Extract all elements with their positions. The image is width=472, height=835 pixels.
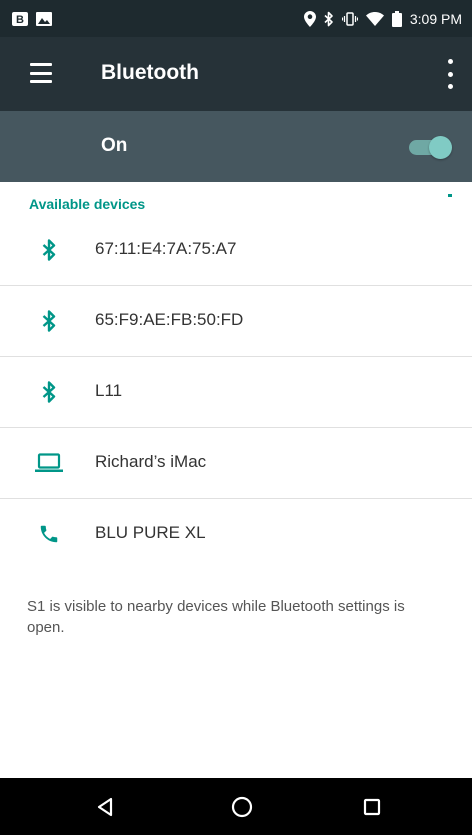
- recents-icon[interactable]: [357, 792, 387, 822]
- navigation-bar: [0, 778, 472, 835]
- status-right-icons: 3:09 PM: [303, 10, 462, 27]
- device-label: L11: [95, 381, 123, 400]
- device-item[interactable]: 65:F9:AE:FB:50:FD: [0, 286, 472, 357]
- switch-label: On: [101, 135, 128, 156]
- available-devices-header: Available devices: [29, 196, 146, 212]
- bluetooth-icon: [34, 237, 64, 263]
- page-title: Bluetooth: [101, 61, 199, 84]
- bluetooth-switch-bar[interactable]: On: [0, 111, 472, 182]
- device-item[interactable]: 67:11:E4:7A:75:A7: [0, 215, 472, 286]
- bluetooth-icon: [34, 379, 64, 405]
- app-bar: Bluetooth: [0, 37, 472, 111]
- device-item[interactable]: Richard’s iMac: [0, 428, 472, 499]
- visibility-info-text: S1 is visible to nearby devices while Bl…: [27, 598, 405, 636]
- device-label: 67:11:E4:7A:75:A7: [95, 239, 237, 258]
- wifi-icon: [365, 11, 384, 26]
- back-icon[interactable]: [90, 792, 120, 822]
- location-icon: [303, 10, 316, 27]
- status-left-icons: B: [12, 11, 52, 26]
- status-bar: B 3:09 PM: [0, 0, 472, 37]
- bluetooth-icon: [34, 308, 64, 334]
- device-list: 67:11:E4:7A:75:A7 65:F9:AE:FB:50:FD L11 …: [0, 215, 472, 570]
- toggle-thumb: [429, 136, 452, 159]
- bluetooth-status-icon: [324, 11, 334, 27]
- status-time: 3:09 PM: [409, 10, 462, 27]
- hamburger-menu-icon[interactable]: [30, 63, 52, 83]
- device-label: Richard’s iMac: [95, 452, 207, 471]
- phone-icon: [34, 521, 64, 547]
- device-label: BLU PURE XL: [95, 523, 206, 542]
- device-label: 65:F9:AE:FB:50:FD: [95, 310, 244, 329]
- device-item[interactable]: L11: [0, 357, 472, 428]
- battery-icon: [391, 10, 402, 27]
- b-notification-icon: B: [12, 11, 28, 26]
- vibrate-icon: [341, 11, 358, 27]
- device-item[interactable]: BLU PURE XL: [0, 499, 472, 570]
- laptop-icon: [34, 450, 64, 476]
- svg-text:B: B: [16, 14, 24, 26]
- home-icon[interactable]: [227, 792, 257, 822]
- bluetooth-toggle[interactable]: [407, 135, 453, 159]
- more-vert-icon[interactable]: [442, 59, 458, 89]
- progress-indicator: [448, 194, 452, 197]
- image-notification-icon: [36, 11, 52, 26]
